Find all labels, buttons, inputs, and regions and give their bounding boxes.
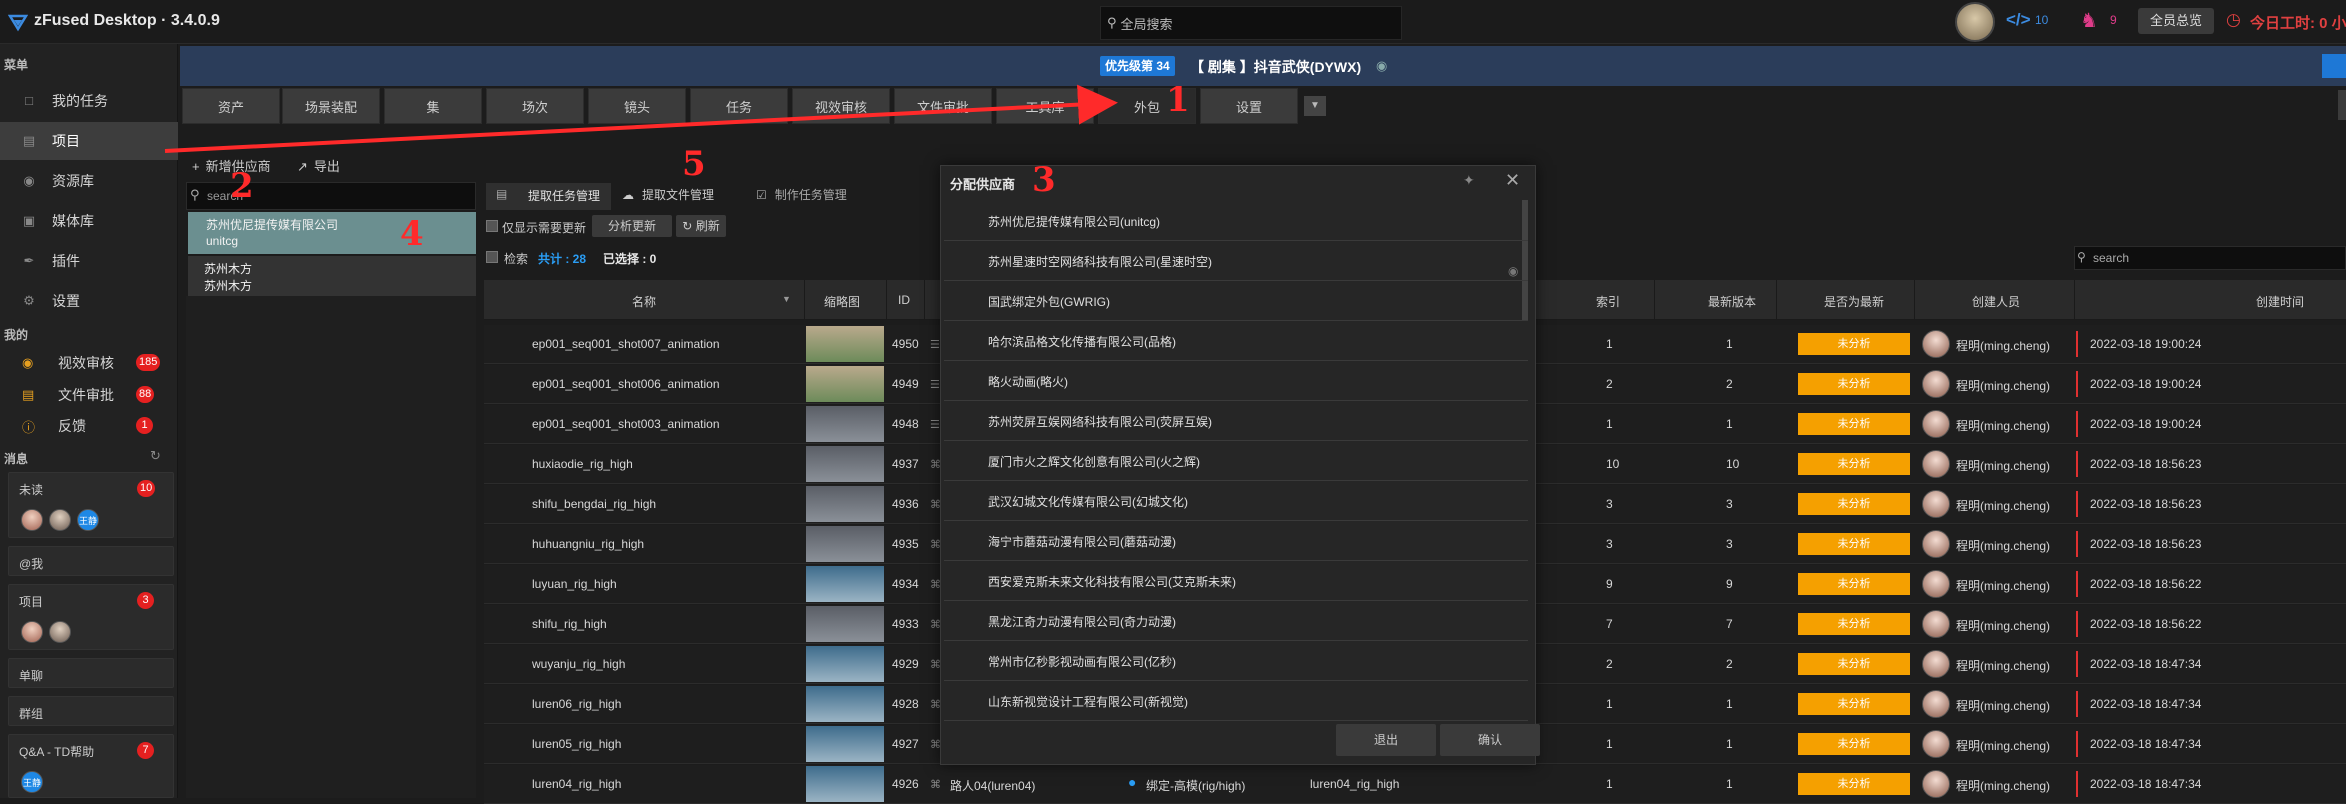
annotation-1: 1 [1166,80,1190,120]
annotation-3: 3 [1032,160,1056,200]
annotation-2: 2 [230,166,254,206]
annotation-5: 5 [682,144,706,184]
annotation-4: 4 [400,214,424,254]
